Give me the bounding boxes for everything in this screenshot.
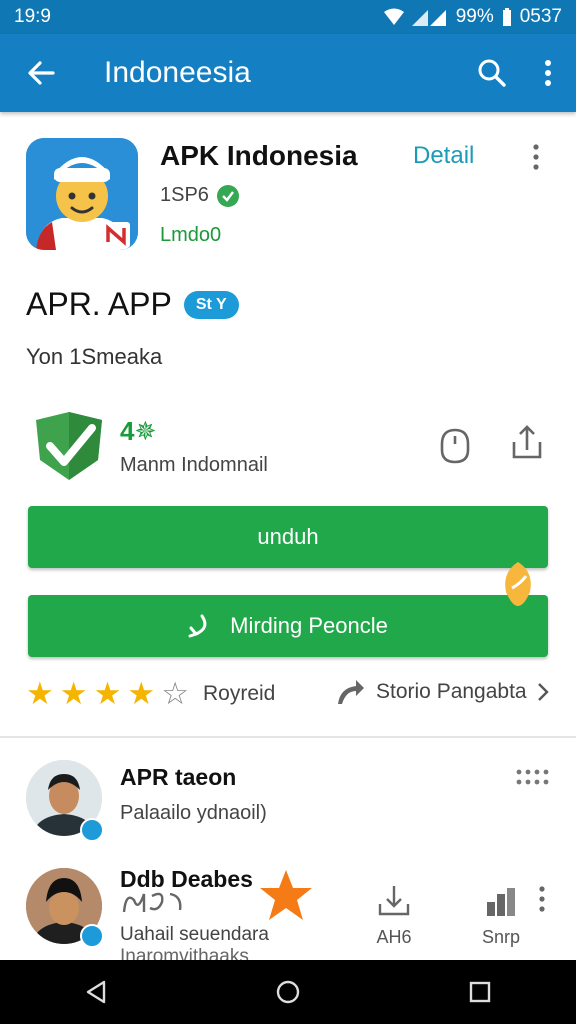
- back-triangle-icon[interactable]: [84, 979, 108, 1005]
- star-filled-icon: ★: [26, 676, 54, 711]
- arrow-curve-icon: [188, 614, 210, 638]
- store-link[interactable]: Storio Pangabta: [334, 678, 549, 706]
- star-rating[interactable]: ★ ★ ★ ★ ☆ Royreid: [26, 678, 275, 709]
- wifi-icon: [383, 8, 404, 25]
- download-button-label: unduh: [257, 524, 319, 549]
- mouse-button[interactable]: [440, 428, 470, 469]
- app-character-icon: [26, 138, 138, 250]
- star-filled-icon: ★: [93, 676, 122, 711]
- more-vert-icon: [533, 144, 539, 170]
- card-more-button[interactable]: [532, 144, 540, 175]
- arrow-back-icon: [28, 61, 55, 85]
- star-badge-icon: [260, 870, 312, 920]
- status-time: 19:9: [14, 6, 51, 27]
- action-item[interactable]: Snrp: [482, 884, 520, 948]
- battery-icon: [502, 8, 511, 26]
- system-nav-bar: [0, 960, 576, 1024]
- store-arrow-icon: [338, 680, 364, 704]
- reviewer-meta: Uahail seuendara: [120, 924, 269, 945]
- signal-icon: [411, 10, 446, 26]
- review-more-button[interactable]: [538, 886, 546, 917]
- status-bar: 19:9 99% 0537: [0, 0, 576, 34]
- share-button[interactable]: [510, 424, 544, 465]
- app-name: APK Indonesia: [160, 140, 358, 171]
- grid-menu-button[interactable]: [516, 768, 550, 791]
- developer-name[interactable]: Lmdo0: [160, 224, 221, 247]
- section-divider: [0, 736, 576, 738]
- app-card: APK Indonesia Detail 1SP6 Lmdo0 APR. APP…: [0, 118, 576, 734]
- search-icon: [478, 59, 506, 87]
- recents-square-icon[interactable]: [468, 980, 492, 1004]
- download-tray-icon: [378, 886, 410, 916]
- store-label: Storio Pangabta: [376, 680, 527, 703]
- verified-badge-icon: [80, 818, 104, 842]
- shield-check-icon: [36, 412, 102, 480]
- verified-badge-icon: [80, 924, 104, 948]
- star-filled-icon: ★: [127, 676, 156, 711]
- action-item[interactable]: AH6: [376, 884, 412, 948]
- more-vert-icon: [545, 60, 551, 86]
- back-button[interactable]: [0, 34, 82, 112]
- rating-value: 4✵: [120, 416, 157, 446]
- reviewer-meta: Palaailo ydnaoil): [120, 802, 267, 824]
- page-title: Indoneesia: [104, 56, 251, 89]
- star-empty-icon: ☆: [161, 676, 189, 711]
- home-circle-icon[interactable]: [275, 979, 301, 1005]
- scribble-icon: [122, 892, 182, 913]
- app-description: Yon 1Smeaka: [26, 344, 163, 369]
- app-badge: St Y: [183, 290, 239, 319]
- app-subtitle: APR. APP: [26, 286, 172, 322]
- overflow-menu-button[interactable]: [520, 34, 576, 112]
- leaf-badge-icon: [505, 562, 531, 606]
- secondary-button-label: Mirding Peoncle: [230, 613, 388, 638]
- app-size-row: 1SP6: [160, 184, 239, 207]
- review-label: Royreid: [202, 681, 276, 705]
- share-icon: [512, 425, 542, 459]
- action-label: Snrp: [482, 927, 521, 947]
- bar-chart-icon: [487, 888, 516, 916]
- battery-percent: 99%: [455, 6, 494, 27]
- app-subtitle-row: APR. APP St Y: [26, 286, 239, 323]
- rating-label: Manm Indomnail: [120, 454, 268, 476]
- star-filled-icon: ★: [59, 676, 88, 711]
- secondary-button[interactable]: Mirding Peoncle: [28, 595, 548, 657]
- action-label: AH6: [376, 927, 412, 947]
- reviewer-name: APR taeon: [120, 764, 237, 790]
- more-vert-icon: [539, 886, 545, 912]
- chevron-right-icon: [537, 683, 549, 701]
- app-icon[interactable]: [26, 138, 138, 250]
- verified-icon: [216, 184, 239, 207]
- status-icons: 99% 0537: [383, 6, 562, 28]
- download-button[interactable]: unduh: [28, 506, 548, 568]
- mouse-icon: [440, 428, 470, 464]
- search-button[interactable]: [464, 34, 520, 112]
- detail-link[interactable]: Detail: [413, 142, 474, 170]
- status-clock-right: 0537: [519, 6, 562, 27]
- dots-grid-icon: [516, 769, 549, 785]
- app-size: 1SP6: [160, 184, 209, 206]
- app-bar: Indoneesia: [0, 34, 576, 112]
